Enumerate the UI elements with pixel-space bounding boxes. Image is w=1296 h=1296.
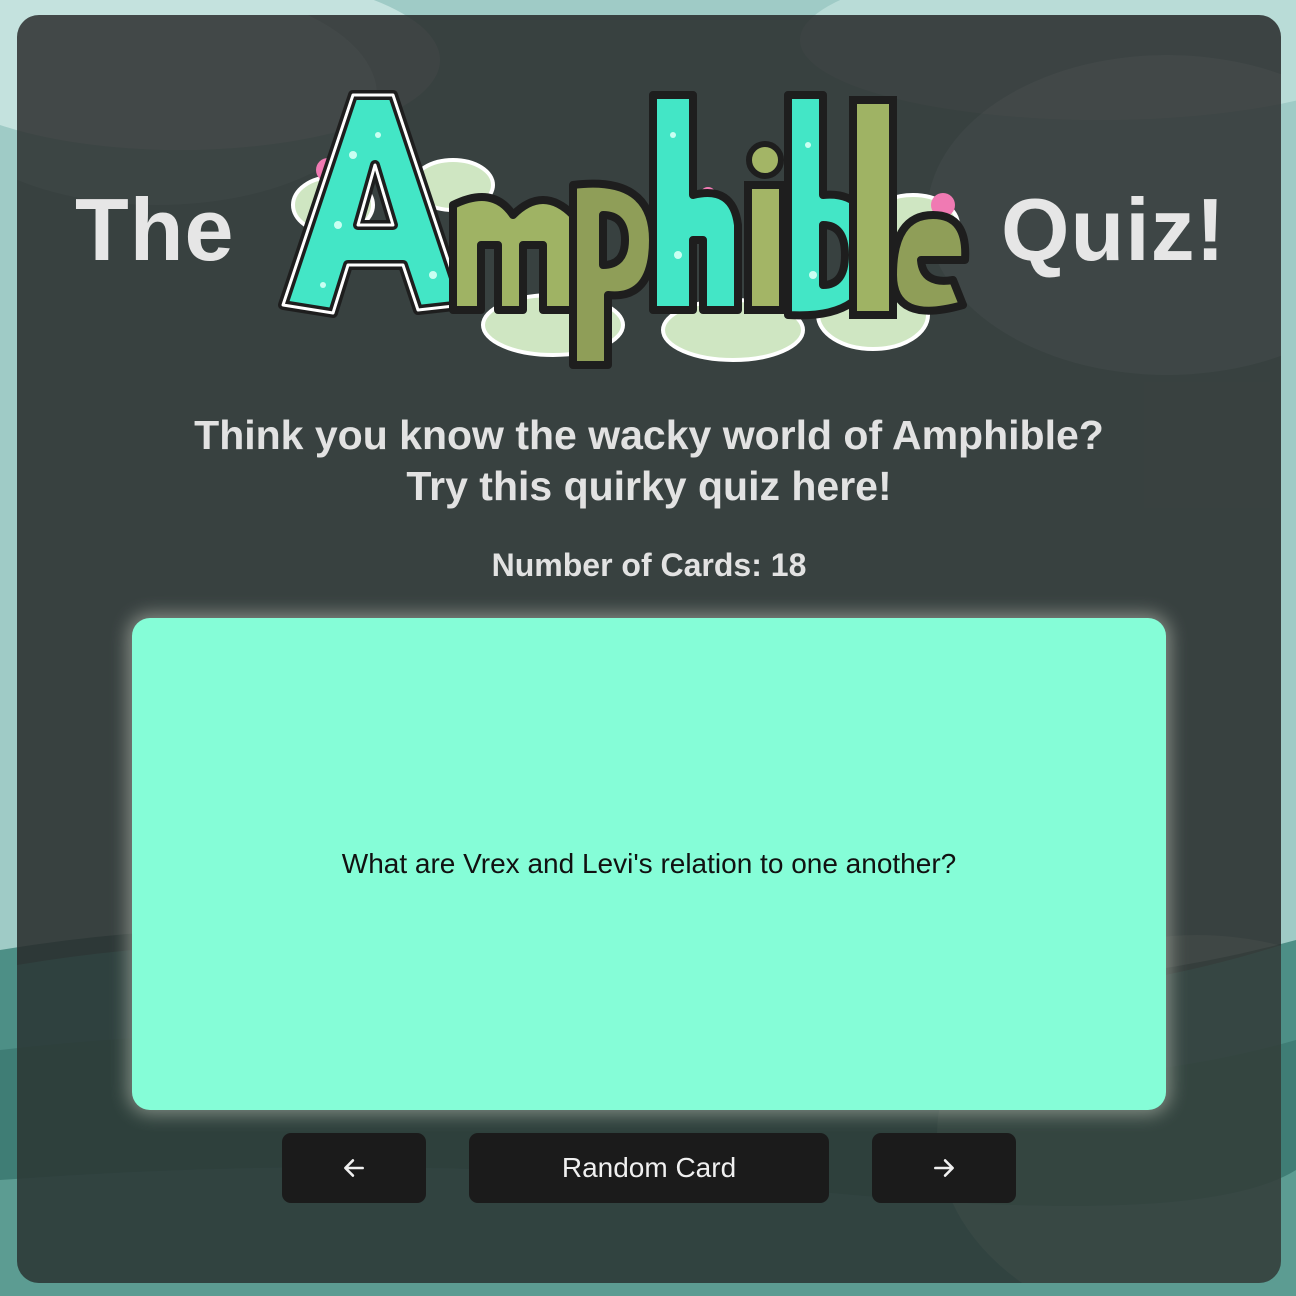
intro-line-1: Think you know the wacky world of Amphib…: [194, 412, 1104, 458]
title-suffix: Quiz!: [1001, 180, 1226, 279]
arrow-right-icon: [934, 1159, 954, 1177]
card-question-text: What are Vrex and Levi's relation to one…: [341, 848, 957, 879]
flashcard[interactable]: What are Vrex and Levi's relation to one…: [132, 618, 1166, 1110]
intro-text: Think you know the wacky world of Amphib…: [17, 410, 1281, 512]
card-count-label: Number of Cards: 18: [491, 547, 807, 583]
random-card-button[interactable]: Random Card: [469, 1133, 829, 1203]
title-row: The Amphible: [17, 75, 1281, 395]
quiz-panel: The Amphible: [17, 15, 1281, 1283]
title-prefix: The: [75, 180, 235, 279]
amphible-logo: Amphible: [253, 75, 973, 395]
previous-card-button[interactable]: [282, 1133, 426, 1203]
intro-line-2: Try this quirky quiz here!: [406, 463, 892, 509]
next-card-button[interactable]: [872, 1133, 1016, 1203]
arrow-left-icon: [344, 1159, 364, 1177]
